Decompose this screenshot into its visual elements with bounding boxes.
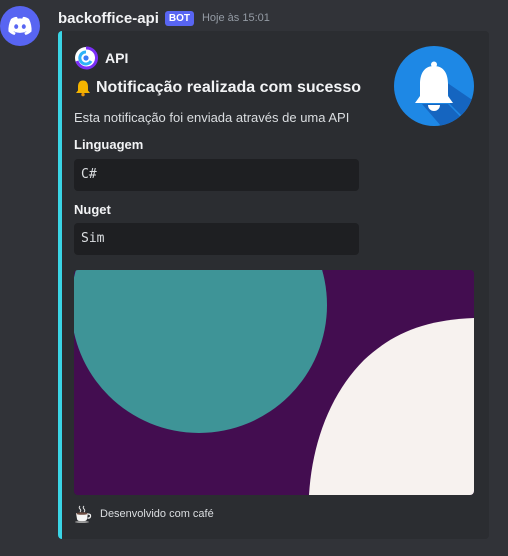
bot-badge: BOT xyxy=(164,10,194,26)
embed-image[interactable] xyxy=(74,270,474,495)
embed-title-text: Notificação realizada com sucesso xyxy=(96,79,361,96)
coffee-icon xyxy=(75,505,92,523)
bell-emoji-icon xyxy=(76,80,90,97)
embed-footer-text: Desenvolvido com café xyxy=(100,508,214,520)
discord-logo-icon xyxy=(8,16,32,35)
field-name-nuget: Nuget xyxy=(74,202,111,217)
field-value-nuget: Sim xyxy=(74,223,359,255)
embed-thumbnail[interactable] xyxy=(394,46,474,126)
embed-accent-bar xyxy=(58,31,62,539)
bell-icon xyxy=(415,61,474,126)
embed-author: API xyxy=(74,46,128,70)
embed-description: Esta notificação foi enviada através de … xyxy=(74,110,350,125)
field-value-linguagem: C# xyxy=(74,159,359,191)
username[interactable]: backoffice-api xyxy=(58,10,159,27)
embed-author-name: API xyxy=(105,50,129,66)
abstract-shapes-image xyxy=(74,270,474,495)
embed-card: API Notificação realizada com sucesso Es… xyxy=(58,31,489,539)
api-logo-icon xyxy=(75,46,98,70)
embed-footer: Desenvolvido com café xyxy=(74,505,214,523)
embed-title: Notificação realizada com sucesso xyxy=(74,79,361,97)
message-timestamp[interactable]: Hoje às 15:01 xyxy=(202,12,270,24)
message-header: backoffice-api BOT Hoje às 15:01 xyxy=(58,8,270,28)
field-name-linguagem: Linguagem xyxy=(74,137,144,152)
bot-avatar[interactable] xyxy=(0,6,40,46)
